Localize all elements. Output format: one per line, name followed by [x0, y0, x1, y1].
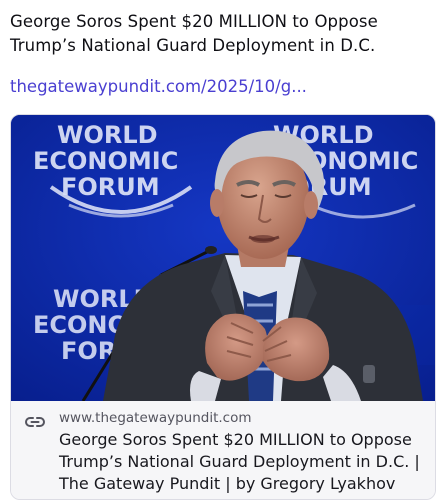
- logo-left-line-2: ECONOMIC: [33, 147, 178, 175]
- link-preview-image: WORLD ECONOMIC FORUM WORLD ECONOMIC FORU…: [11, 115, 435, 401]
- logo-left-line-1: WORLD: [57, 121, 158, 149]
- logo-left-line-3: FORUM: [61, 173, 160, 201]
- link-icon: [25, 414, 45, 428]
- card-title[interactable]: George Soros Spent $20 MILLION to Oppose…: [59, 429, 431, 495]
- card-domain: www.thegatewaypundit.com: [59, 410, 252, 426]
- link-preview-meta: www.thegatewaypundit.com George Soros Sp…: [11, 401, 435, 499]
- post-text: George Soros Spent $20 MILLION to Oppose…: [10, 12, 378, 55]
- link-preview-card[interactable]: WORLD ECONOMIC FORUM WORLD ECONOMIC FORU…: [10, 114, 436, 500]
- post-link[interactable]: thegatewaypundit.com/2025/10/g...: [10, 76, 430, 98]
